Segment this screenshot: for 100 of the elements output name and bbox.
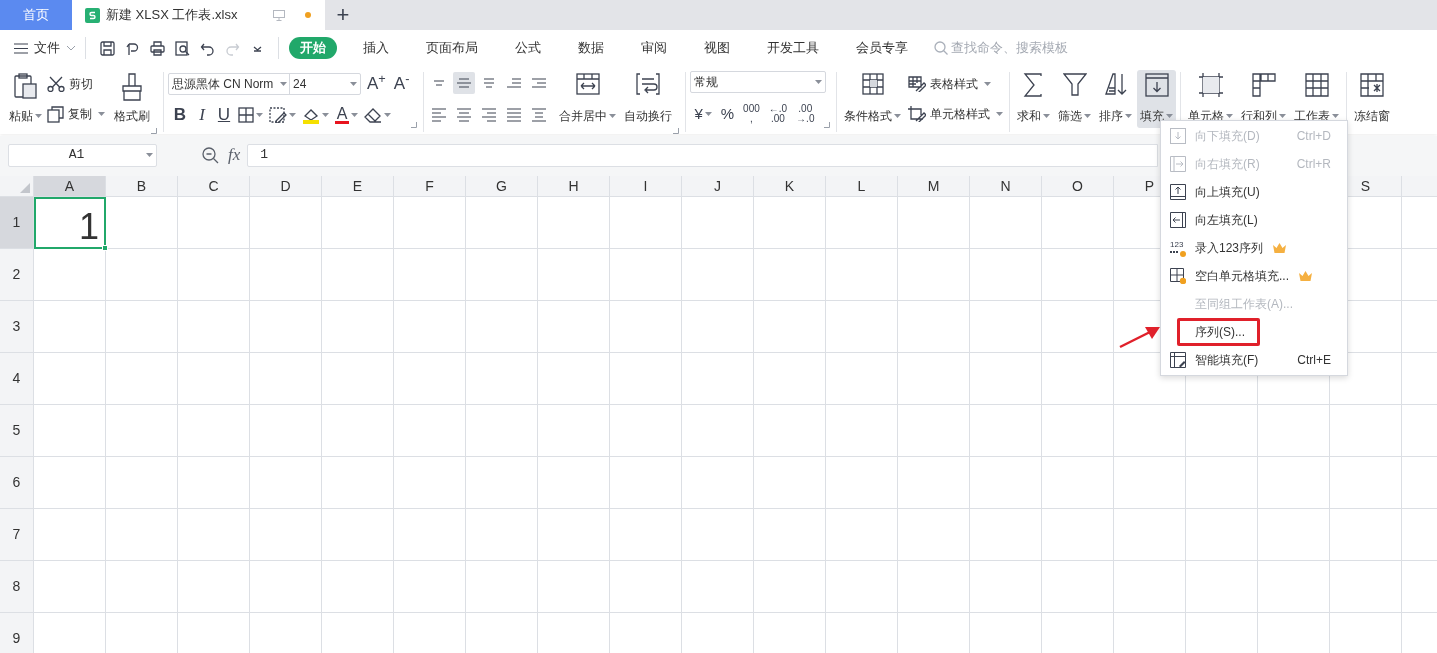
menu-item[interactable]: 123 录入123序列 (1161, 234, 1347, 262)
format-painter-button[interactable]: 格式刷 (111, 70, 153, 128)
ribbon-tab[interactable]: 会员专享 (845, 37, 919, 59)
number-format-button[interactable]: ←.0 .00 (768, 104, 788, 124)
grid-icon (238, 107, 254, 123)
row-header[interactable]: 7 (0, 509, 34, 561)
column-header[interactable]: I (610, 176, 682, 197)
wrap-text-button[interactable]: 自动换行 (621, 70, 676, 128)
row-header[interactable]: 4 (0, 353, 34, 405)
cell-style-button[interactable]: 单元格样式 (908, 102, 1004, 126)
bold-button[interactable]: B (172, 102, 188, 128)
column-header[interactable]: F (394, 176, 466, 197)
column-header[interactable]: C (178, 176, 250, 197)
pencil-grid-icon (269, 107, 287, 123)
number-format-button[interactable]: ¥ (694, 109, 712, 119)
ribbon-tab[interactable]: 页面布局 (415, 37, 489, 59)
column-header[interactable]: B (106, 176, 178, 197)
menu-item[interactable]: 空白单元格填充... (1161, 262, 1347, 290)
table-style-button[interactable]: 表格样式 (908, 72, 1004, 96)
outdent-icon (506, 78, 523, 88)
table-cell (106, 405, 178, 457)
row-header[interactable]: 6 (0, 457, 34, 509)
column-header[interactable]: D (250, 176, 322, 197)
menu-item[interactable]: 智能填充(F) Ctrl+E (1161, 346, 1347, 374)
table-cell (466, 457, 538, 509)
sort-button[interactable]: 排序 (1096, 70, 1136, 128)
number-format-button[interactable]: % (720, 109, 735, 119)
copy-button[interactable]: 复制 (47, 102, 105, 126)
table-icon (861, 73, 884, 95)
clear-button[interactable] (364, 107, 391, 123)
table-cell (1258, 509, 1330, 561)
table-cell (898, 457, 970, 509)
row-header[interactable]: 3 (0, 301, 34, 353)
formula-field[interactable]: 1 (247, 143, 1158, 167)
row-header[interactable]: 1 (0, 197, 34, 249)
column-header[interactable]: J (682, 176, 754, 197)
font-color-button[interactable]: A (335, 106, 358, 124)
cell-format-button[interactable] (269, 107, 296, 123)
cut-button[interactable]: 剪切 (47, 72, 105, 96)
new-tab-button[interactable]: + (325, 0, 361, 30)
table-cell (682, 197, 754, 249)
ribbon-tab[interactable]: 视图 (693, 37, 741, 59)
column-header[interactable]: H (538, 176, 610, 197)
zoom-out-icon (202, 146, 219, 164)
fill-right-icon (1170, 156, 1186, 172)
merge-center-button[interactable]: 合并居中 (556, 70, 620, 128)
ribbon-tab[interactable]: 插入 (352, 37, 400, 59)
table-cell (826, 561, 898, 613)
shrink-font-button[interactable]: A$^{-}$ (391, 71, 412, 97)
conditional-format-button[interactable]: 条件格式 (841, 70, 905, 128)
filter-button[interactable]: 筛选 (1055, 70, 1095, 128)
row-header[interactable]: 8 (0, 561, 34, 613)
italic-button[interactable]: I (194, 102, 210, 128)
row-header[interactable]: 5 (0, 405, 34, 457)
sort-icon (1103, 73, 1128, 97)
launcher-icon (673, 128, 680, 134)
number-format-button[interactable]: .00 →.0 (796, 104, 815, 124)
middle-align-button[interactable] (453, 72, 476, 94)
table-cell (682, 561, 754, 613)
column-header[interactable]: A (34, 176, 106, 197)
ribbon-tab[interactable]: 审阅 (630, 37, 678, 59)
ribbon-tab[interactable]: 开发工具 (756, 37, 830, 59)
table-cell (1114, 509, 1186, 561)
column-header[interactable]: M (898, 176, 970, 197)
column-header[interactable]: L (826, 176, 898, 197)
ribbon-tab[interactable]: 公式 (504, 37, 552, 59)
document-tab[interactable]: 新建 XLSX 工作表.xlsx (72, 0, 325, 30)
table-cell (898, 301, 970, 353)
command-search-field[interactable]: 查找命令、搜索模板 (934, 38, 1081, 58)
borders-button[interactable] (238, 107, 263, 123)
grow-font-button[interactable]: A$^{+}$ (365, 71, 388, 97)
menu-item[interactable]: 向左填充(L) (1161, 206, 1347, 234)
fill-button[interactable]: 填充 (1137, 70, 1177, 128)
function-label: fx (228, 144, 241, 167)
number-format-select[interactable]: 常规 (690, 71, 827, 93)
column-header[interactable]: E (322, 176, 394, 197)
row-header[interactable]: 2 (0, 249, 34, 301)
menu-item[interactable]: 序列(S)... (1161, 318, 1347, 346)
sum-button[interactable]: 求和 (1014, 70, 1054, 128)
freeze-panes-button[interactable]: 冻结窗 (1351, 70, 1394, 128)
table-cell (178, 509, 250, 561)
zoom-button[interactable] (202, 146, 219, 164)
column-header[interactable]: N (970, 176, 1042, 197)
number-format-button[interactable]: 000 , (743, 104, 760, 124)
name-box[interactable]: A1 (8, 143, 157, 167)
align-left-icon (431, 108, 448, 122)
file-menu[interactable]: 文件 (14, 38, 76, 58)
column-header[interactable]: K (754, 176, 826, 197)
underline-button[interactable]: U (216, 102, 232, 128)
table-cell (1114, 457, 1186, 509)
row-header[interactable]: 9 (0, 613, 34, 653)
ribbon-tab[interactable]: 数据 (567, 37, 615, 59)
column-header[interactable]: O (1042, 176, 1114, 197)
paste-button[interactable]: 粘贴 (6, 70, 45, 128)
select-all-corner[interactable] (0, 176, 34, 197)
caret-icon (996, 112, 1004, 116)
caret-icon (894, 114, 902, 118)
fill-handle[interactable] (102, 245, 108, 251)
filter-icon (1062, 73, 1087, 97)
column-header[interactable]: G (466, 176, 538, 197)
